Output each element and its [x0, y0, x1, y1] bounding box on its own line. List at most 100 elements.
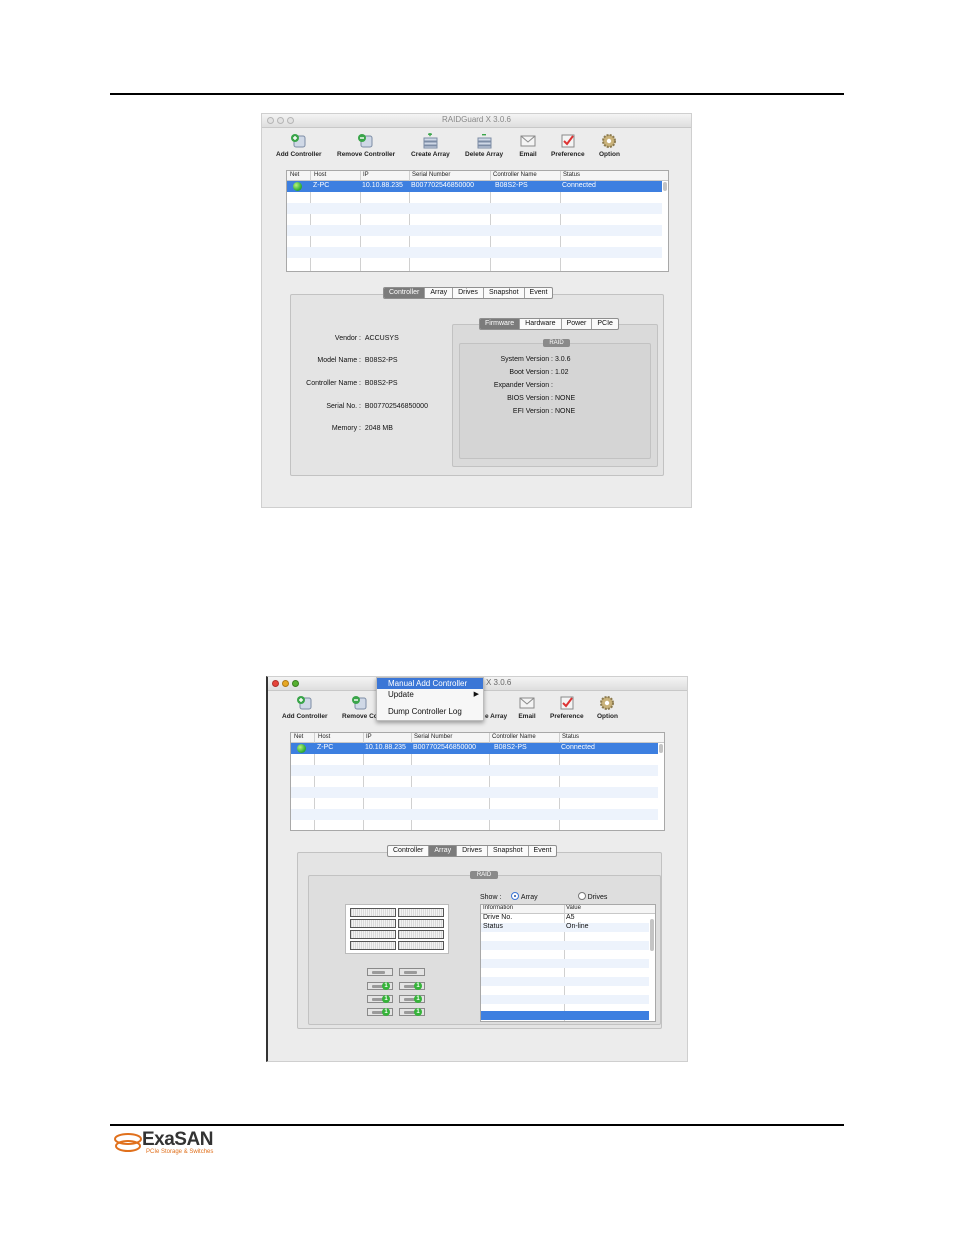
- table-row[interactable]: Z-PC 10.10.88.235 B007702546850000 B08S2…: [287, 181, 662, 192]
- menu-manual-add-controller[interactable]: Manual Add Controller: [377, 678, 483, 689]
- col-host: Host: [314, 172, 327, 178]
- system-version-row: System Version : 3.0.6: [460, 356, 571, 363]
- preference-button[interactable]: Preference: [551, 133, 585, 158]
- option-button[interactable]: Option: [599, 133, 620, 158]
- remove-controller-button[interactable]: Remove Controller: [337, 133, 395, 158]
- tab-array[interactable]: Array: [425, 288, 454, 298]
- brand-tagline: PCIe Storage & Switches: [146, 1149, 214, 1155]
- remove-controller-button[interactable]: Remove Co: [342, 695, 378, 720]
- radio-array[interactable]: [511, 892, 520, 900]
- option-button[interactable]: Option: [597, 695, 618, 720]
- footer-rule: [110, 1124, 844, 1126]
- drive-bay: [398, 919, 444, 928]
- main-tabs: Controller Array Drives Snapshot Event: [387, 845, 558, 857]
- table-scrollbar[interactable]: [663, 182, 667, 191]
- tab-array[interactable]: Array: [429, 846, 458, 856]
- email-label: Email: [519, 151, 537, 158]
- delete-array-label: Delete Array: [465, 151, 504, 158]
- memory-row: Memory : 2048 MB: [291, 425, 393, 432]
- table-row-empty: [287, 247, 662, 258]
- show-array-option[interactable]: Array: [511, 892, 538, 901]
- efi-version-value: NONE: [554, 408, 576, 415]
- controller-name-cell: B08S2-PS: [494, 744, 527, 751]
- table-row-empty: [291, 809, 658, 820]
- minimize-button[interactable]: [282, 680, 289, 687]
- system-version-value: 3.0.6: [554, 356, 571, 363]
- enclosure-graphic: [345, 904, 449, 954]
- drive-bay: [350, 930, 396, 939]
- raidguard-window-array: X 3.0.6 Add Controller Remove Co e Array…: [266, 676, 688, 1062]
- drive-bay: [398, 941, 444, 950]
- firmware-panel: Firmware Hardware Power PCIe RAID System…: [452, 318, 658, 467]
- bios-version-value: NONE: [554, 395, 576, 402]
- delete-array-button[interactable]: Delete Array: [465, 133, 503, 158]
- email-button[interactable]: Email: [519, 133, 537, 158]
- option-gear-icon: [600, 696, 615, 710]
- col-status: Status: [562, 734, 580, 740]
- menu-update-label: Update: [388, 690, 414, 699]
- info-row-selected[interactable]: [481, 1011, 649, 1020]
- tab-event[interactable]: Event: [529, 846, 557, 856]
- info-value: On-line: [566, 923, 589, 930]
- zoom-button[interactable]: [292, 680, 299, 687]
- tab-drives[interactable]: Drives: [453, 288, 484, 298]
- add-controller-label: Add Controller: [276, 151, 322, 158]
- option-gear-icon: [602, 134, 617, 148]
- close-button[interactable]: [272, 680, 279, 687]
- net-status-icon: [293, 182, 302, 191]
- subtab-pcie[interactable]: PCIe: [592, 319, 618, 329]
- drive-icon[interactable]: [367, 968, 393, 976]
- serial-cell: B007702546850000: [413, 744, 477, 751]
- subtab-power[interactable]: Power: [562, 319, 593, 329]
- net-status-icon: [297, 744, 306, 753]
- exasan-logo-icon: [114, 1133, 142, 1152]
- tab-controller[interactable]: Controller: [384, 288, 426, 298]
- menu-dump-controller-log[interactable]: Dump Controller Log: [377, 706, 483, 717]
- remove-controller-label: Remove Co: [342, 713, 378, 720]
- col-information: Information: [483, 905, 514, 911]
- add-controller-button[interactable]: Add Controller: [276, 133, 322, 158]
- drive-icon[interactable]: [399, 968, 425, 976]
- vendor-row: Vendor : ACCUSYS: [291, 335, 399, 342]
- show-drives-option[interactable]: Drives: [577, 892, 607, 901]
- remove-controller-label: Remove Controller: [337, 151, 396, 158]
- add-controller-icon: [296, 696, 312, 710]
- col-net: Net: [294, 734, 304, 740]
- tab-snapshot[interactable]: Snapshot: [484, 288, 525, 298]
- option-dropdown-menu: Manual Add Controller Update ▶ Dump Cont…: [376, 677, 484, 721]
- email-button[interactable]: Email: [518, 695, 536, 720]
- radio-drives[interactable]: [577, 892, 586, 900]
- subtab-firmware[interactable]: Firmware: [480, 319, 521, 329]
- subtab-hardware[interactable]: Hardware: [520, 319, 562, 329]
- drive-status-badge: 1: [382, 1008, 390, 1016]
- info-key: Drive No.: [483, 914, 513, 921]
- create-array-button[interactable]: Create Array: [411, 133, 450, 158]
- preference-button[interactable]: Preference: [550, 695, 584, 720]
- drive-bay: [398, 930, 444, 939]
- main-tabs: Controller Array Drives Snapshot Event: [383, 287, 554, 299]
- menu-update[interactable]: Update ▶: [377, 689, 483, 700]
- preference-icon: [560, 696, 574, 710]
- add-controller-button[interactable]: Add Controller: [282, 695, 328, 720]
- tab-snapshot[interactable]: Snapshot: [488, 846, 529, 856]
- table-scrollbar[interactable]: [659, 744, 663, 753]
- col-value: Value: [566, 905, 581, 911]
- info-scrollbar[interactable]: [650, 919, 654, 951]
- array-label: e Array: [485, 713, 508, 720]
- remove-controller-icon: [351, 696, 367, 710]
- col-serial: Serial Number: [414, 734, 453, 740]
- tab-drives[interactable]: Drives: [457, 846, 488, 856]
- option-label: Option: [597, 713, 618, 720]
- tab-event[interactable]: Event: [525, 288, 553, 298]
- tab-controller[interactable]: Controller: [388, 846, 430, 856]
- drive-status-badge: 1: [414, 982, 422, 990]
- table-row-empty: [287, 225, 662, 236]
- array-button[interactable]: e Array: [485, 695, 507, 720]
- bios-version-label: BIOS Version :: [507, 395, 553, 402]
- preference-label: Preference: [551, 151, 585, 158]
- host-cell: Z-PC: [313, 182, 330, 189]
- vendor-value: ACCUSYS: [364, 335, 399, 342]
- table-row[interactable]: Z-PC 10.10.88.235 B007702546850000 B08S2…: [291, 743, 658, 754]
- add-controller-icon: [290, 134, 306, 148]
- col-serial: Serial Number: [412, 172, 451, 178]
